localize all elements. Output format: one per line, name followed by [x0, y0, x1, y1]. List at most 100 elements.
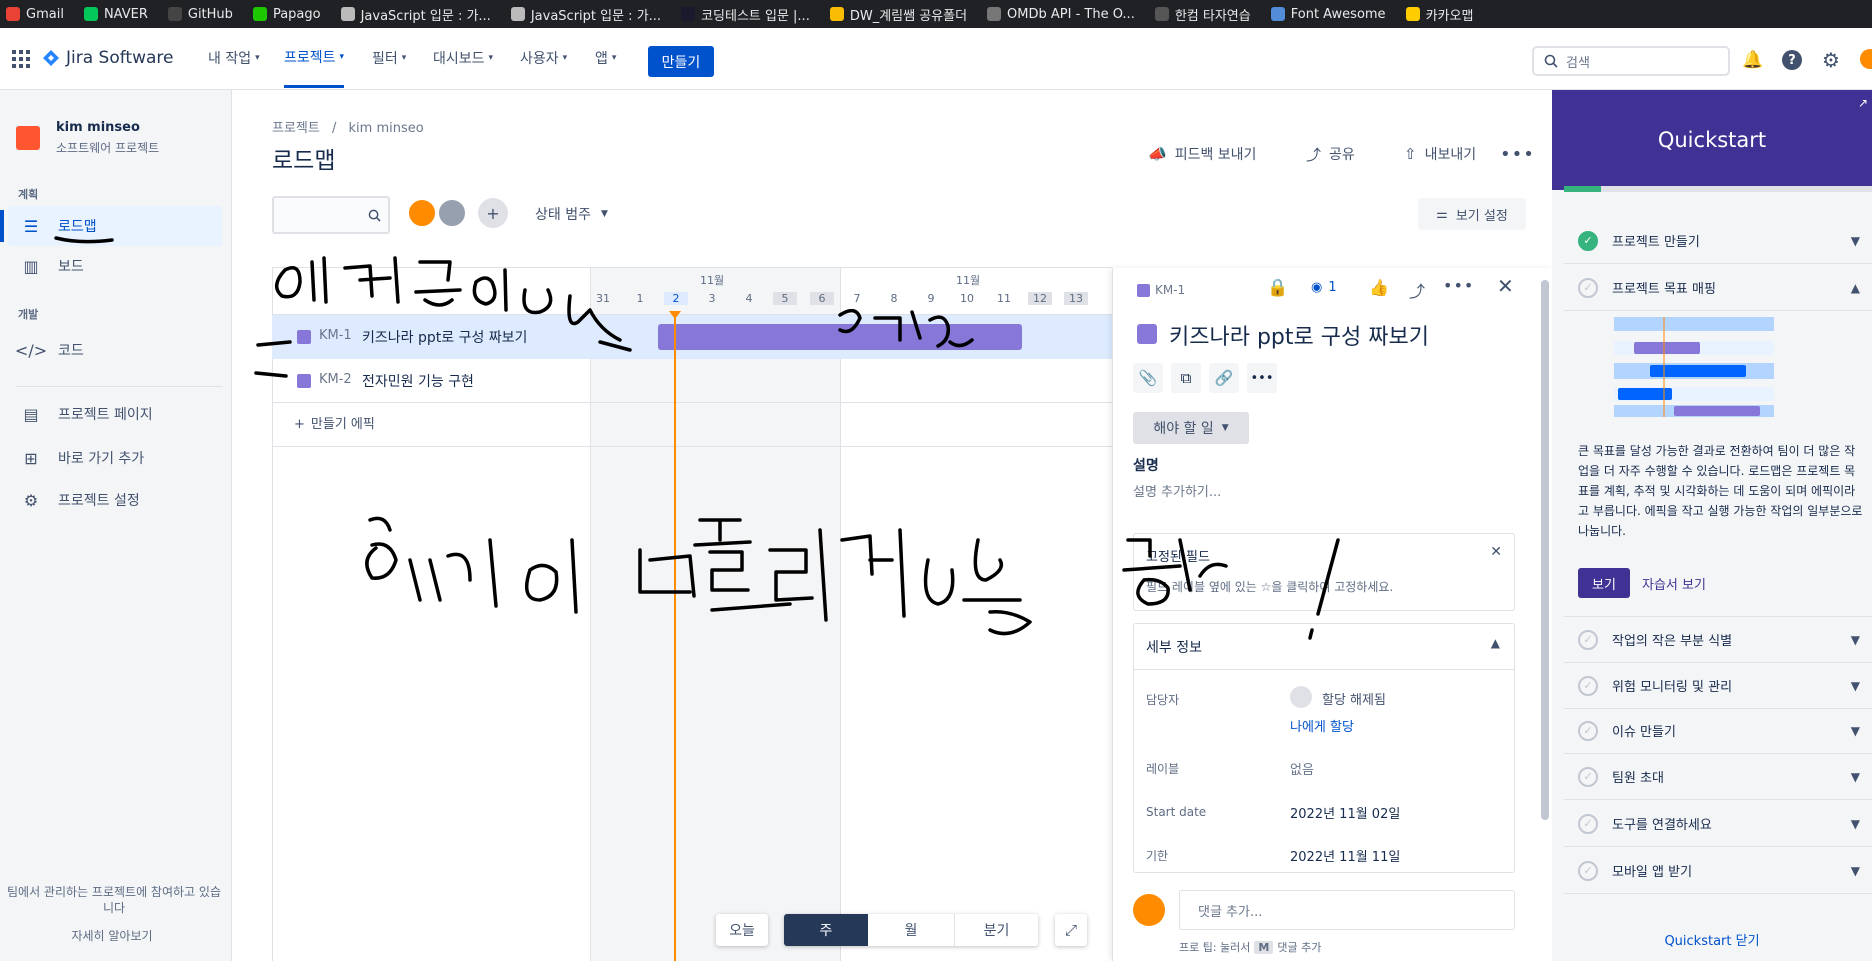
close-icon[interactable]: ✕	[1490, 544, 1502, 560]
today-button[interactable]: 오늘	[716, 914, 768, 946]
quickstart-item[interactable]: ✓ 프로젝트 목표 매핑 ▲	[1564, 265, 1872, 311]
add-people-icon[interactable]: +	[478, 198, 508, 228]
quickstart-tutorial-link[interactable]: 자습서 보기	[1642, 574, 1706, 593]
menu-projects[interactable]: 프로젝트 ▾	[284, 28, 345, 88]
user-avatar[interactable]	[1860, 49, 1872, 69]
quickstart-item[interactable]: ✓ 모바일 앱 받기 ▼	[1564, 848, 1872, 894]
sidebar-item-add-shortcut[interactable]: ⊞ 바로 가기 추가	[8, 438, 222, 478]
more-icon[interactable]: •••	[1443, 276, 1474, 295]
thumbs-up-icon[interactable]: 👍	[1369, 278, 1389, 297]
link-icon[interactable]: 🔗	[1209, 363, 1239, 393]
more-actions-icon[interactable]: •••	[1500, 142, 1535, 166]
quickstart-item[interactable]: ✓ 작업의 작은 부분 식별 ▼	[1564, 617, 1872, 663]
export-button[interactable]: ⇧ 내보내기	[1404, 142, 1476, 166]
scale-month[interactable]: 월	[868, 914, 954, 946]
create-epic-button[interactable]: + 만들기 에픽	[294, 413, 375, 432]
breadcrumb-project[interactable]: kim minseo	[349, 121, 424, 136]
menu-filters[interactable]: 필터 ▾	[372, 28, 406, 88]
app-switcher-icon[interactable]	[12, 50, 30, 68]
epic-color-swatch[interactable]	[1137, 324, 1157, 344]
due-date-value[interactable]: 2022년 11월 11일	[1290, 846, 1400, 865]
watch-button[interactable]: ◉ 1	[1311, 280, 1337, 295]
menu-dashboards[interactable]: 대시보드 ▾	[433, 28, 493, 88]
assignee-value[interactable]: 할당 해제됨	[1322, 689, 1386, 708]
epic-key[interactable]: KM-2	[319, 372, 352, 387]
table-row[interactable]: KM-2 전자민원 기능 구현	[272, 359, 1112, 403]
sidebar-item-roadmap[interactable]: ☰ 로드맵	[8, 206, 222, 246]
roadmap-search-input[interactable]	[272, 196, 390, 234]
feedback-button[interactable]: 📣 피드백 보내기	[1148, 142, 1256, 166]
quickstart-item[interactable]: ✓ 위험 모니터링 및 관리 ▼	[1564, 663, 1872, 709]
menu-people[interactable]: 사용자 ▾	[520, 28, 567, 88]
quickstart-item[interactable]: ✓ 이슈 만들기 ▼	[1564, 708, 1872, 754]
child-issue-icon[interactable]: ⧉	[1171, 363, 1201, 393]
notifications-icon[interactable]: 🔔	[1742, 50, 1763, 70]
breadcrumb-projects[interactable]: 프로젝트	[272, 121, 320, 136]
menu-my-work[interactable]: 내 작업 ▾	[208, 28, 260, 88]
scale-quarter[interactable]: 분기	[954, 914, 1038, 946]
quickstart-view-button[interactable]: 보기	[1578, 568, 1630, 598]
panel-scrollbar[interactable]	[1541, 280, 1549, 820]
share-button[interactable]: ⤴ 공유	[1306, 142, 1355, 166]
epic-summary[interactable]: 키즈나라 ppt로 구성 짜보기	[362, 327, 527, 347]
unassigned-avatar-filter[interactable]	[437, 198, 467, 228]
search-input[interactable]: 검색	[1532, 46, 1730, 76]
table-row[interactable]: KM-1 키즈나라 ppt로 구성 짜보기	[272, 315, 1112, 359]
bookmark-item[interactable]: 카카오맵	[1405, 5, 1473, 24]
bookmark-item[interactable]: OMDb API - The O...	[987, 7, 1135, 22]
status-dropdown[interactable]: 해야 할 일 ▼	[1133, 412, 1249, 444]
epic-bar[interactable]	[658, 324, 1022, 350]
quickstart-item-label: 팀원 초대	[1612, 771, 1664, 786]
issue-key[interactable]: KM-1	[1155, 283, 1185, 297]
view-settings-button[interactable]: ⚌ 보기 설정	[1418, 198, 1526, 230]
close-icon[interactable]: ✕	[1497, 274, 1514, 298]
bookmark-item[interactable]: 한컴 타자연습	[1154, 5, 1251, 24]
day-tick-label: 2	[664, 292, 688, 305]
quickstart-item[interactable]: ✓ 도구를 연결하세요 ▼	[1564, 801, 1872, 847]
bookmark-item[interactable]: GitHub	[167, 7, 233, 22]
attach-icon[interactable]: 📎	[1133, 363, 1163, 393]
comment-input[interactable]: 댓글 추가...	[1179, 890, 1515, 930]
quickstart-item[interactable]: ✓ 프로젝트 만들기 ▼	[1564, 218, 1872, 264]
expand-icon[interactable]: ↗	[1858, 96, 1868, 110]
epic-key[interactable]: KM-1	[319, 328, 352, 343]
bookmark-item[interactable]: Font Awesome	[1270, 7, 1386, 22]
labels-value[interactable]: 없음	[1290, 759, 1314, 778]
menu-apps[interactable]: 앱 ▾	[595, 28, 616, 88]
create-button[interactable]: 만들기	[648, 46, 714, 77]
learn-more-link[interactable]: 자세히 알아보기	[0, 927, 224, 944]
share-icon[interactable]: ⤴	[1409, 278, 1425, 302]
more-icon[interactable]: •••	[1247, 363, 1277, 393]
description-input[interactable]: 설명 추가하기...	[1133, 481, 1221, 500]
bookmark-item[interactable]: JavaScript 입문 : 가...	[340, 5, 491, 24]
bookmark-item[interactable]: DW_계림쌤 공유폴더	[829, 5, 967, 24]
description-label: 설명	[1133, 458, 1159, 474]
chevron-down-icon: ▼	[1850, 863, 1860, 878]
fullscreen-icon[interactable]: ⤢	[1055, 914, 1087, 946]
user-avatar-filter[interactable]	[407, 198, 437, 228]
scale-week[interactable]: 주	[784, 914, 868, 946]
bookmark-item[interactable]: Papago	[252, 7, 321, 22]
bookmark-item[interactable]: JavaScript 입문 : 가...	[510, 5, 661, 24]
bookmark-item[interactable]: Gmail	[6, 7, 64, 22]
sidebar-item-code[interactable]: </> 코드	[8, 330, 222, 370]
bookmark-item[interactable]: NAVER	[83, 7, 148, 22]
sidebar-item-board[interactable]: ▥ 보드	[8, 246, 222, 286]
project-name[interactable]: kim minseo	[56, 120, 140, 135]
quickstart-item[interactable]: ✓ 팀원 초대 ▼	[1564, 754, 1872, 800]
assign-to-me-link[interactable]: 나에게 할당	[1290, 716, 1354, 735]
start-date-value[interactable]: 2022년 11월 02일	[1290, 803, 1400, 822]
sidebar-item-project-pages[interactable]: ▤ 프로젝트 페이지	[8, 394, 222, 434]
lock-icon[interactable]: 🔒	[1267, 278, 1288, 298]
sidebar-item-project-settings[interactable]: ⚙ 프로젝트 설정	[8, 480, 222, 520]
bookmark-item[interactable]: 코딩테스트 입문 |...	[681, 5, 810, 24]
details-header[interactable]: 세부 정보 ▲	[1134, 624, 1514, 670]
help-icon[interactable]: ?	[1782, 50, 1802, 70]
settings-gear-icon[interactable]: ⚙	[1822, 48, 1840, 72]
jira-logo[interactable]: Jira Software	[42, 48, 174, 68]
epic-summary[interactable]: 전자민원 기능 구현	[362, 371, 474, 391]
quickstart-close-link[interactable]: Quickstart 닫기	[1552, 930, 1872, 949]
chevron-down-icon: ▼	[1850, 816, 1860, 831]
issue-title[interactable]: 키즈나라 ppt로 구성 짜보기	[1169, 319, 1429, 351]
status-category-dropdown[interactable]: 상태 범주 ▼	[535, 204, 608, 224]
